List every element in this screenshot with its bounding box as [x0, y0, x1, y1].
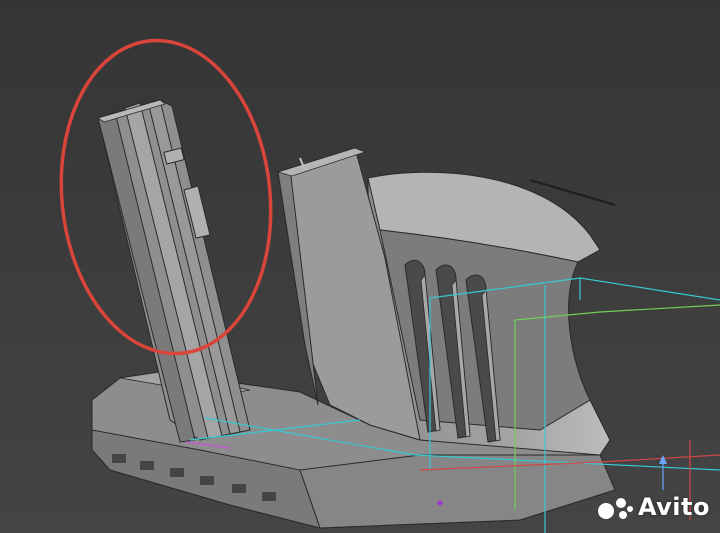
3d-model-render	[0, 0, 720, 533]
avito-watermark: Avito	[594, 493, 710, 521]
pivot-point	[437, 500, 443, 506]
avito-watermark-text: Avito	[637, 493, 710, 521]
avito-logo-icon	[597, 498, 633, 519]
cad-viewport[interactable]: Avito	[0, 0, 720, 533]
